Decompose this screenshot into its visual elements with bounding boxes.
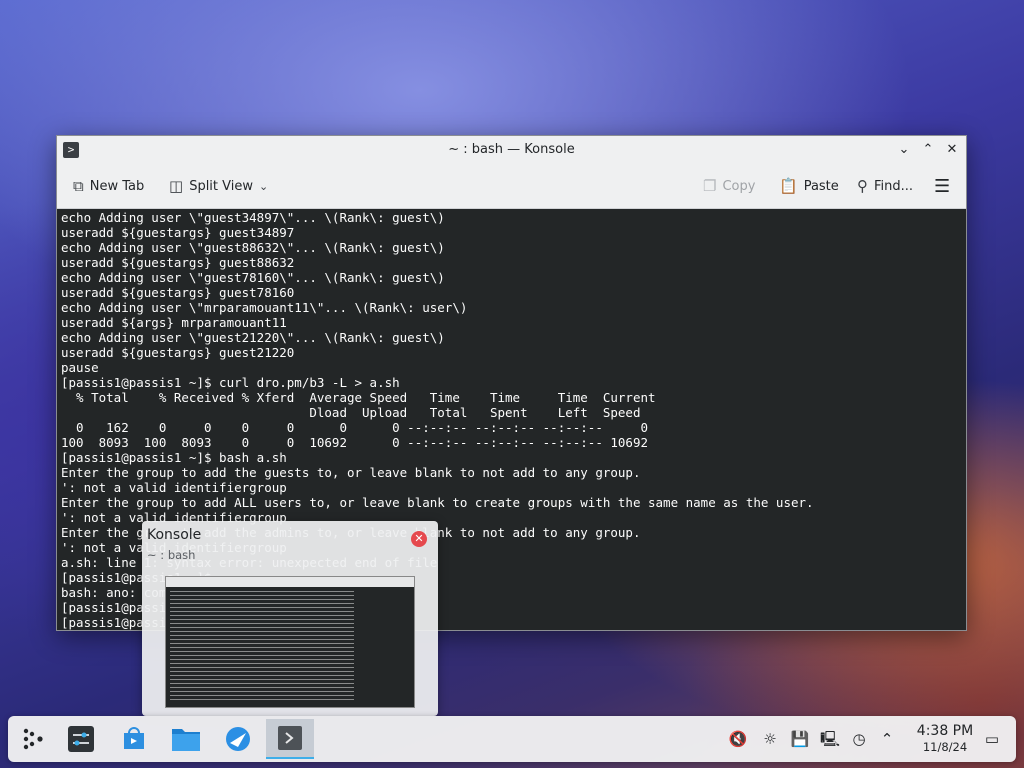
paste-icon: 📋 — [779, 177, 798, 195]
copy-label: Copy — [722, 178, 756, 194]
clipboard-icon[interactable]: ◷ — [849, 729, 869, 749]
new-tab-button[interactable]: ⧉ New Tab — [73, 172, 144, 200]
hamburger-menu-icon: ☰ — [934, 175, 951, 197]
thumbnail-titlebar — [166, 577, 414, 587]
preview-title: Konsole — [147, 527, 202, 543]
split-view-button[interactable]: ◫ Split View ⌄ — [169, 172, 268, 200]
split-view-label: Split View — [189, 178, 253, 194]
discover-icon[interactable] — [114, 719, 154, 759]
application-launcher-icon[interactable] — [14, 719, 54, 759]
clock-time[interactable]: 4:38 PM — [905, 723, 985, 739]
copy-button[interactable]: ❐ Copy — [703, 172, 755, 200]
brightness-icon[interactable]: ☼ — [760, 729, 780, 749]
show-desktop-icon[interactable]: ▭ — [982, 729, 1002, 749]
hamburger-menu-button[interactable]: ☰ — [934, 172, 950, 200]
save-icon[interactable]: 💾 — [790, 729, 810, 749]
titlebar[interactable]: > ~ : bash — Konsole ⌄ ⌃ ✕ — [57, 136, 966, 164]
dolphin-folder-icon[interactable] — [166, 719, 206, 759]
paste-label: Paste — [803, 178, 839, 194]
network-icon[interactable]: 🖳 — [820, 729, 840, 749]
chevron-down-icon[interactable]: ⌄ — [894, 140, 914, 160]
search-icon: ⚲ — [857, 177, 868, 195]
task-preview-tooltip[interactable]: Konsole ~ : bash ✕ — [142, 521, 438, 716]
chevron-down-icon: ⌄ — [259, 179, 269, 193]
preview-subtitle: ~ : bash — [147, 548, 196, 562]
new-tab-icon: ⧉ — [73, 177, 84, 195]
paste-button[interactable]: 📋 Paste — [779, 172, 839, 200]
find-button[interactable]: ⚲ Find... — [857, 172, 913, 200]
konsole-taskbar-button[interactable] — [266, 719, 314, 759]
system-settings-icon[interactable] — [61, 719, 101, 759]
thumbnail-content — [170, 591, 354, 701]
toolbar: ⧉ New Tab ◫ Split View ⌄ ❐ Copy 📋 Paste … — [57, 164, 966, 209]
clock-date[interactable]: 11/8/24 — [905, 740, 985, 754]
close-icon[interactable]: ✕ — [942, 140, 962, 160]
find-label: Find... — [874, 178, 914, 194]
window-title: ~ : bash — Konsole — [448, 142, 575, 157]
browser-icon[interactable] — [218, 719, 258, 759]
volume-muted-icon[interactable]: 🔇 — [728, 729, 748, 749]
copy-icon: ❐ — [703, 177, 717, 195]
maximize-icon[interactable]: ⌃ — [918, 140, 938, 160]
taskbar: 🔇 ☼ 💾 🖳 ◷ ⌃ 4:38 PM 11/8/24 ▭ — [8, 716, 1016, 762]
window-thumbnail[interactable] — [165, 576, 415, 708]
split-view-icon: ◫ — [169, 177, 184, 195]
new-tab-label: New Tab — [89, 178, 145, 194]
show-hidden-chevron-icon[interactable]: ⌃ — [877, 729, 897, 749]
close-icon[interactable]: ✕ — [411, 531, 427, 547]
